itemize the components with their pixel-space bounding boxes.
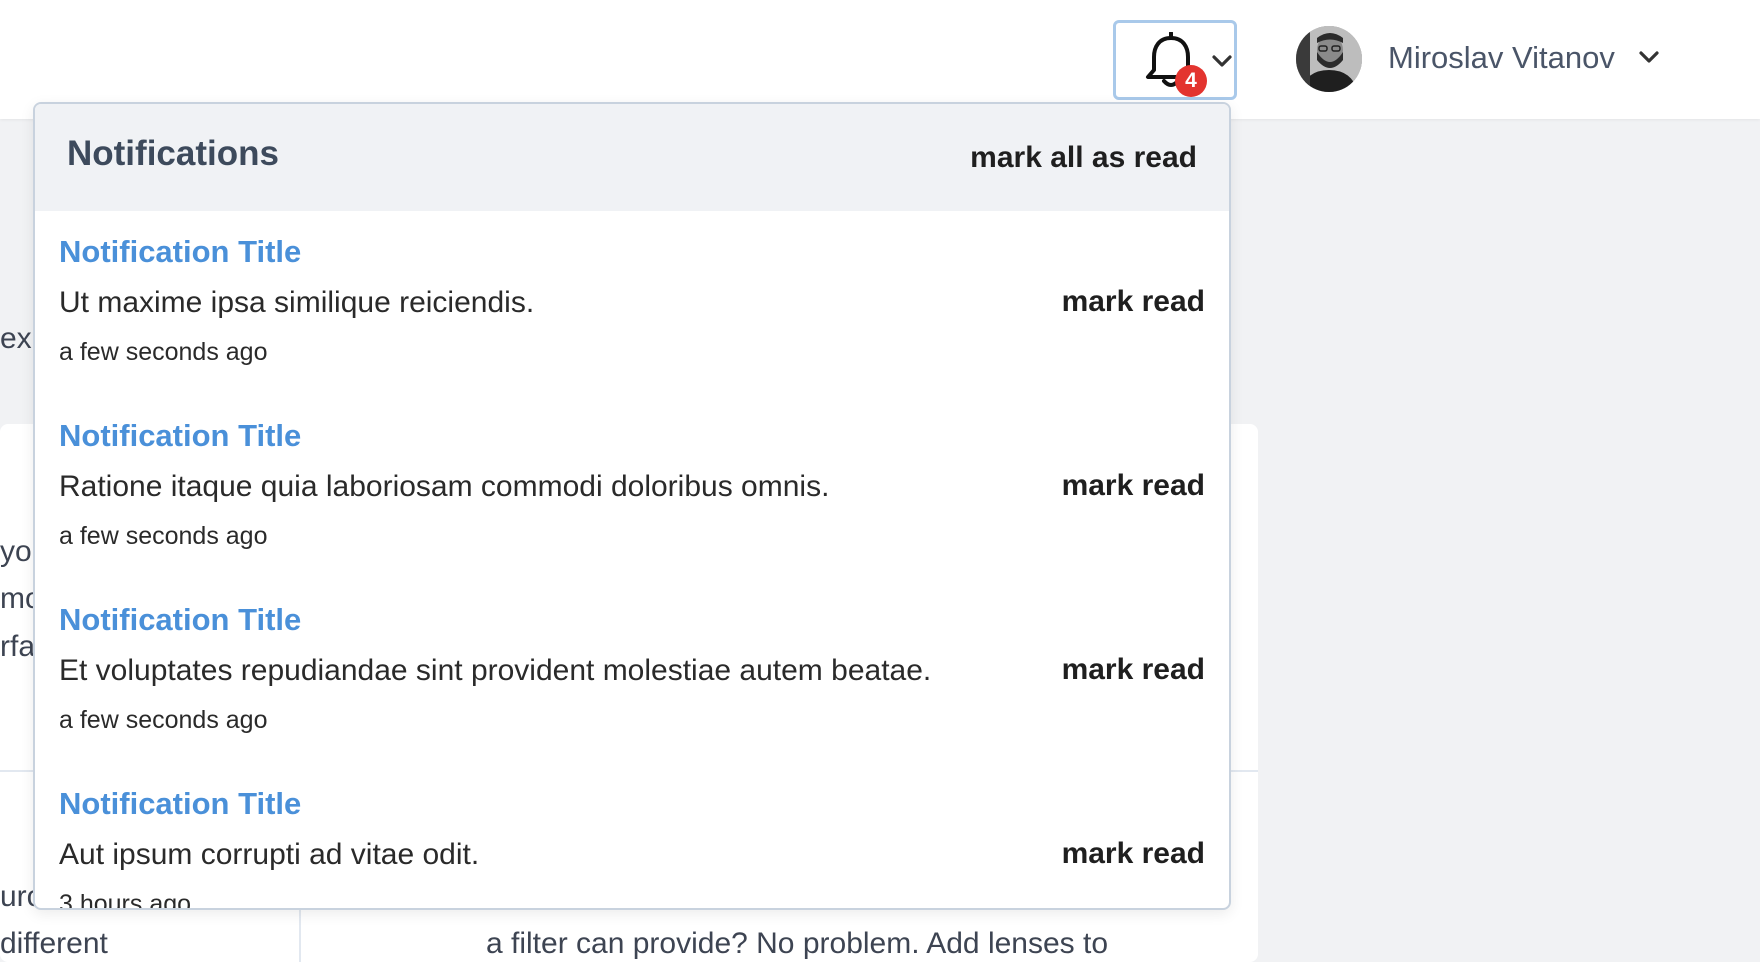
notification-item[interactable]: Notification Title Ut maxime ipsa simili…	[35, 234, 1229, 418]
notification-time: a few seconds ago	[59, 338, 268, 366]
notification-item[interactable]: Notification Title Et voluptates repudia…	[35, 602, 1229, 786]
notification-count-badge: 4	[1175, 65, 1207, 97]
background-text: different	[0, 927, 108, 960]
notification-title[interactable]: Notification Title	[59, 234, 301, 270]
mark-read-link[interactable]: mark read	[1062, 837, 1205, 871]
notification-time: 3 hours ago	[59, 890, 192, 910]
notification-title[interactable]: Notification Title	[59, 602, 301, 638]
notifications-dropdown: Notifications mark all as read Notificat…	[33, 102, 1231, 910]
notification-body: Et voluptates repudiandae sint provident…	[59, 654, 932, 687]
mark-read-link[interactable]: mark read	[1062, 469, 1205, 503]
chevron-down-icon[interactable]	[1637, 49, 1661, 65]
notification-item[interactable]: Notification Title Ratione itaque quia l…	[35, 418, 1229, 602]
notification-body: Aut ipsum corrupti ad vitae odit.	[59, 838, 480, 871]
chevron-down-icon	[1212, 55, 1232, 67]
notifications-header: Notifications mark all as read	[35, 104, 1229, 211]
background-text: ex	[0, 322, 32, 355]
mark-all-read-link[interactable]: mark all as read	[970, 141, 1197, 175]
avatar-image	[1296, 26, 1362, 92]
notification-time: a few seconds ago	[59, 522, 268, 550]
mark-read-link[interactable]: mark read	[1062, 285, 1205, 319]
mark-read-link[interactable]: mark read	[1062, 653, 1205, 687]
background-text: rfa	[0, 630, 36, 663]
notification-body: Ut maxime ipsa similique reiciendis.	[59, 286, 535, 319]
notification-title[interactable]: Notification Title	[59, 786, 301, 822]
user-avatar[interactable]	[1296, 26, 1362, 92]
notification-item[interactable]: Notification Title Aut ipsum corrupti ad…	[35, 786, 1229, 910]
notification-title[interactable]: Notification Title	[59, 418, 301, 454]
user-name[interactable]: Miroslav Vitanov	[1388, 40, 1615, 76]
notifications-button[interactable]: 4	[1113, 20, 1237, 100]
notification-time: a few seconds ago	[59, 706, 268, 734]
notification-body: Ratione itaque quia laboriosam commodi d…	[59, 470, 830, 503]
background-text: a filter can provide? No problem. Add le…	[486, 927, 1109, 960]
background-text: yo	[0, 535, 32, 568]
notifications-heading: Notifications	[67, 134, 279, 173]
